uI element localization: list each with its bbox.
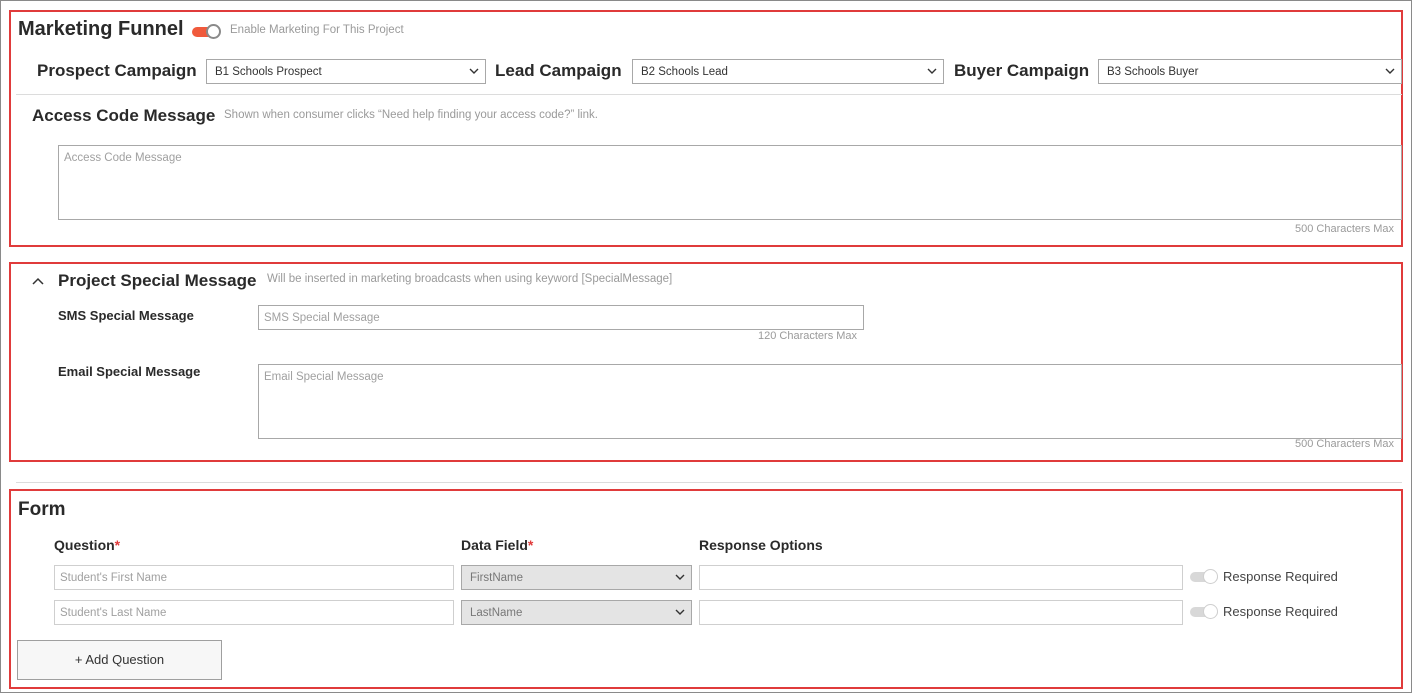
add-question-button[interactable]: + Add Question — [17, 640, 222, 680]
access-code-title: Access Code Message — [32, 106, 216, 125]
question-placeholder: Student's First Name — [60, 572, 168, 584]
email-special-label: Email Special Message — [58, 364, 201, 379]
prospect-campaign-label: Prospect Campaign — [37, 61, 197, 80]
prospect-campaign-value: B1 Schools Prospect — [215, 66, 322, 78]
sms-special-input[interactable]: SMS Special Message — [258, 305, 864, 330]
sms-special-label: SMS Special Message — [58, 308, 194, 323]
question-input[interactable]: Student's First Name — [54, 565, 454, 590]
chevron-down-icon — [1385, 68, 1395, 74]
lead-campaign-label: Lead Campaign — [495, 61, 622, 80]
data-field-value: FirstName — [470, 572, 524, 584]
sms-char-limit: 120 Characters Max — [758, 330, 858, 342]
response-required-label: Response Required — [1223, 604, 1338, 619]
access-code-hint: Shown when consumer clicks “Need help fi… — [224, 109, 598, 121]
data-field-column-header: Data Field* — [461, 537, 533, 553]
section-divider — [16, 94, 1402, 95]
response-required-label: Response Required — [1223, 569, 1338, 584]
chevron-down-icon — [675, 574, 685, 580]
email-char-limit: 500 Characters Max — [1295, 438, 1395, 450]
response-options-input[interactable] — [699, 565, 1183, 590]
buyer-campaign-select[interactable]: B3 Schools Buyer — [1098, 59, 1402, 84]
special-message-hint: Will be inserted in marketing broadcasts… — [267, 273, 673, 285]
data-field-select[interactable]: LastName — [461, 600, 692, 625]
question-input[interactable]: Student's Last Name — [54, 600, 454, 625]
response-options-column-header: Response Options — [699, 537, 823, 553]
data-field-value: LastName — [470, 607, 523, 619]
question-column-header: Question* — [54, 537, 120, 553]
lead-campaign-value: B2 Schools Lead — [641, 66, 728, 78]
required-asterisk: * — [527, 537, 534, 553]
prospect-campaign-select[interactable]: B1 Schools Prospect — [206, 59, 486, 84]
question-header-text: Question — [54, 537, 115, 553]
chevron-down-icon — [927, 68, 937, 74]
email-special-placeholder: Email Special Message — [264, 371, 384, 383]
access-code-char-limit: 500 Characters Max — [1295, 223, 1395, 235]
required-asterisk: * — [114, 537, 121, 553]
data-field-header-text: Data Field — [461, 537, 528, 553]
buyer-campaign-label: Buyer Campaign — [954, 61, 1090, 80]
enable-marketing-label: Enable Marketing For This Project — [230, 24, 404, 36]
response-required-toggle[interactable] — [1190, 569, 1220, 585]
special-message-title: Project Special Message — [58, 271, 257, 290]
marketing-funnel-title: Marketing Funnel — [18, 18, 184, 40]
response-required-toggle[interactable] — [1190, 604, 1220, 620]
data-field-select[interactable]: FirstName — [461, 565, 692, 590]
response-options-input[interactable] — [699, 600, 1183, 625]
enable-marketing-toggle[interactable] — [192, 24, 222, 40]
chevron-down-icon — [469, 68, 479, 74]
form-title: Form — [18, 499, 66, 520]
access-code-textarea[interactable]: Access Code Message — [58, 145, 1402, 220]
access-code-placeholder: Access Code Message — [64, 152, 182, 164]
question-placeholder: Student's Last Name — [60, 607, 167, 619]
email-special-textarea[interactable]: Email Special Message — [258, 364, 1402, 439]
lead-campaign-select[interactable]: B2 Schools Lead — [632, 59, 944, 84]
sms-special-placeholder: SMS Special Message — [264, 312, 380, 324]
chevron-down-icon — [675, 609, 685, 615]
chevron-up-icon[interactable] — [32, 277, 44, 285]
buyer-campaign-value: B3 Schools Buyer — [1107, 66, 1199, 78]
section-divider — [16, 482, 1402, 483]
